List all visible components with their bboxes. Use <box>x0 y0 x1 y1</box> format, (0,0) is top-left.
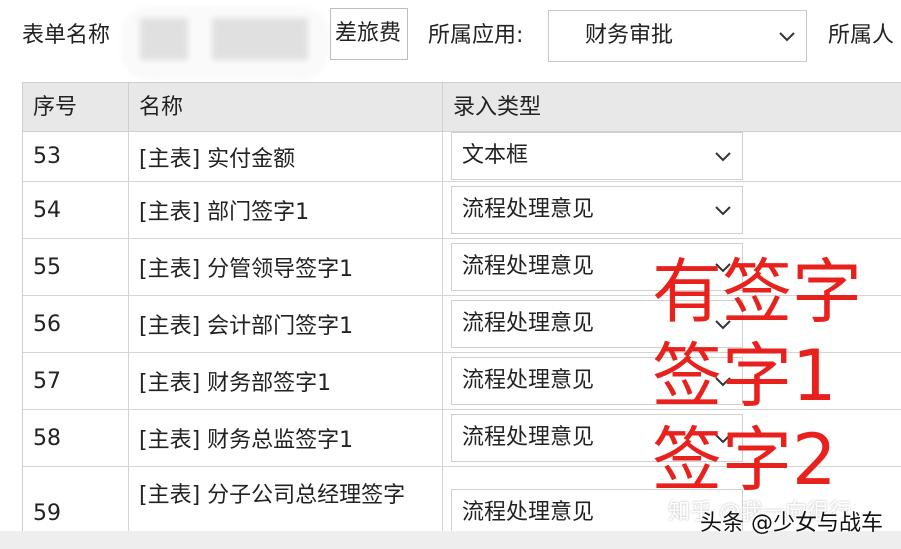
annotation-has-signature: 有签字 <box>652 251 862 333</box>
row-index: 53 <box>23 132 129 181</box>
table-row[interactable]: 53 [主表] 实付金额 文本框 <box>23 132 901 182</box>
input-type-value: 流程处理意见 <box>462 311 595 336</box>
row-name: [主表] 实付金额 <box>129 132 443 181</box>
form-toolbar: 表单名称 差旅费 所属应用: 财务审批 所属人 <box>0 0 901 80</box>
header-input-type[interactable]: 录入类型 <box>443 83 901 133</box>
row-index: 59 <box>23 467 129 531</box>
row-index: 56 <box>23 296 129 352</box>
form-name-label: 表单名称 <box>22 23 111 48</box>
toutiao-watermark: 头条 @少女与战车 <box>700 511 883 536</box>
chevron-down-icon <box>712 145 734 167</box>
row-type-cell: 文本框 <box>443 132 901 181</box>
input-type-value: 流程处理意见 <box>462 254 595 279</box>
input-type-value: 流程处理意见 <box>462 197 595 222</box>
owner-label: 所属人 <box>828 23 895 48</box>
row-name: [主表] 财务部签字1 <box>129 353 443 409</box>
input-type-value: 流程处理意见 <box>462 500 595 525</box>
app-label: 所属应用: <box>428 23 524 48</box>
app-select-value: 财务审批 <box>585 23 674 48</box>
row-index: 54 <box>23 182 129 238</box>
redacted-block <box>212 18 308 60</box>
app-select[interactable]: 财务审批 <box>548 10 807 62</box>
table-header: 序号 名称 录入类型 <box>23 82 901 133</box>
row-index: 55 <box>23 239 129 295</box>
table-row[interactable]: 54 [主表] 部门签字1 流程处理意见 <box>23 182 901 239</box>
header-index[interactable]: 序号 <box>23 83 129 133</box>
redacted-block <box>140 18 188 60</box>
chevron-down-icon <box>712 199 734 221</box>
row-index: 58 <box>23 410 129 466</box>
annotation-signature-1: 签字1 <box>652 335 837 417</box>
row-name: [主表] 分管领导签字1 <box>129 239 443 295</box>
row-name: [主表] 部门签字1 <box>129 182 443 238</box>
row-index: 57 <box>23 353 129 409</box>
row-name: [主表] 财务总监签字1 <box>129 410 443 466</box>
input-type-select[interactable]: 文本框 <box>451 132 743 180</box>
input-type-value: 流程处理意见 <box>462 425 595 450</box>
input-type-value: 文本框 <box>462 143 529 168</box>
input-type-value: 流程处理意见 <box>462 368 595 393</box>
input-type-select[interactable]: 流程处理意见 <box>451 186 743 234</box>
row-name: [主表] 会计部门签字1 <box>129 296 443 352</box>
row-type-cell: 流程处理意见 <box>443 182 901 238</box>
chevron-down-icon <box>776 25 798 47</box>
form-name-input[interactable]: 差旅费 <box>330 8 408 60</box>
header-name[interactable]: 名称 <box>129 83 443 133</box>
row-name: [主表] 分子公司总经理签字 <box>129 467 443 531</box>
annotation-signature-2: 签字2 <box>652 419 837 501</box>
